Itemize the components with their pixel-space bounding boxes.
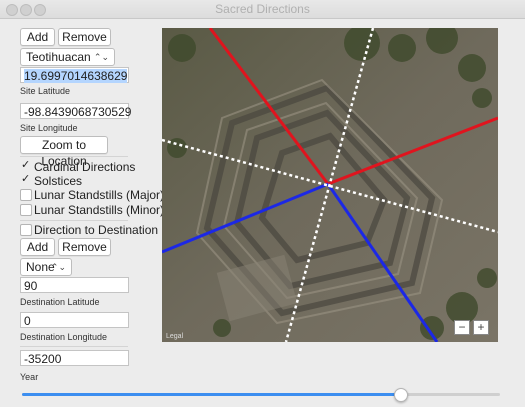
chevron-updown-icon: ⌃⌄ bbox=[93, 52, 109, 62]
destination-select[interactable]: None ⌃⌄ bbox=[20, 258, 72, 276]
zoom-in-button[interactable]: + bbox=[473, 320, 489, 335]
site-longitude-label: Site Longitude bbox=[20, 123, 78, 133]
map-canvas: Legal bbox=[162, 28, 498, 342]
checkmark-icon: ✓ bbox=[21, 173, 31, 185]
site-longitude-field[interactable]: -98.8439068730529 bbox=[20, 103, 132, 119]
remove-destination-button[interactable]: Remove bbox=[58, 238, 111, 256]
site-select[interactable]: Teotihuacan ⌃⌄ bbox=[20, 48, 115, 66]
year-label: Year bbox=[20, 372, 39, 382]
add-site-button[interactable]: Add bbox=[20, 28, 55, 46]
year-slider-knob[interactable] bbox=[393, 388, 408, 402]
title-bar: Sacred Directions bbox=[0, 0, 525, 19]
lunar-major-label: Lunar Standstills (Major) bbox=[34, 188, 165, 202]
divider bbox=[20, 346, 128, 347]
year-slider-fill bbox=[22, 393, 400, 396]
destination-latitude-value: 90 bbox=[24, 279, 38, 293]
zoom-to-location-button[interactable]: Zoom to Location bbox=[20, 136, 108, 168]
lunar-minor-label: Lunar Standstills (Minor) bbox=[34, 203, 165, 217]
checkbox-box bbox=[20, 204, 32, 216]
divider bbox=[20, 220, 128, 221]
map-legal-link[interactable]: Legal bbox=[166, 333, 184, 340]
satellite-map[interactable]: Legal − + bbox=[162, 28, 498, 342]
window-title: Sacred Directions bbox=[215, 2, 310, 16]
destination-longitude-value: 0 bbox=[24, 314, 31, 328]
divider bbox=[20, 156, 128, 157]
year-field[interactable]: -35200 bbox=[20, 350, 129, 366]
chevron-updown-icon: ⌃⌄ bbox=[50, 262, 66, 272]
app-window: Sacred Directions Add Remove Teotihuacan… bbox=[0, 0, 525, 407]
solstices-label: Solstices bbox=[34, 174, 83, 188]
site-select-value: Teotihuacan bbox=[26, 50, 91, 64]
destination-latitude-field[interactable]: 90 bbox=[20, 277, 129, 293]
site-latitude-value: 19.6997014638629 bbox=[24, 69, 128, 83]
destination-longitude-label: Destination Longitude bbox=[20, 332, 108, 342]
site-latitude-label: Site Latitude bbox=[20, 86, 71, 96]
checkbox-box bbox=[20, 224, 32, 236]
site-latitude-field[interactable]: 19.6997014638629 bbox=[20, 67, 129, 83]
checkmark-icon: ✓ bbox=[21, 159, 31, 171]
zoom-out-button[interactable]: − bbox=[454, 320, 470, 335]
destination-longitude-field[interactable]: 0 bbox=[20, 312, 129, 328]
destination-latitude-label: Destination Latitude bbox=[20, 297, 100, 307]
remove-site-button[interactable]: Remove bbox=[58, 28, 111, 46]
direction-to-destination-label: Direction to Destination bbox=[34, 223, 159, 237]
checkbox-box bbox=[20, 189, 32, 201]
add-destination-button[interactable]: Add bbox=[20, 238, 55, 256]
site-longitude-value: -98.8439068730529 bbox=[24, 105, 132, 119]
year-value: -35200 bbox=[24, 352, 62, 366]
cardinal-directions-label: Cardinal Directions bbox=[34, 160, 136, 174]
